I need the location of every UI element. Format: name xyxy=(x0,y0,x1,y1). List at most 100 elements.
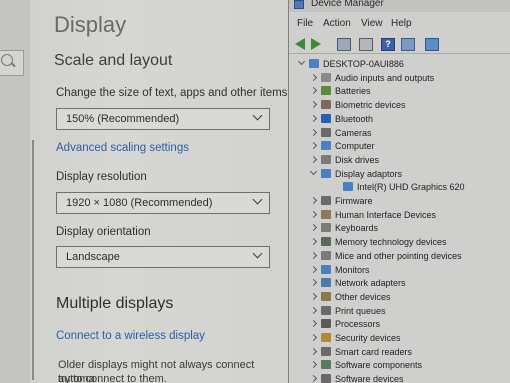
scale-label: Change the size of text, apps and other … xyxy=(56,87,288,99)
resolution-label: Display resolution xyxy=(56,171,147,183)
collapse-chevron-icon[interactable] xyxy=(309,167,318,176)
device-manager-icon xyxy=(294,0,304,9)
printer-icon xyxy=(321,306,331,315)
expand-chevron-icon[interactable] xyxy=(309,278,318,287)
expand-chevron-icon[interactable] xyxy=(309,319,318,328)
expand-chevron-icon[interactable] xyxy=(309,237,318,246)
mouse-icon xyxy=(321,251,331,260)
search-box[interactable] xyxy=(0,50,24,76)
memory-icon xyxy=(321,237,331,246)
disk-icon xyxy=(321,155,331,164)
monitor-icon xyxy=(343,182,353,191)
speaker-icon xyxy=(321,73,331,82)
tree-item-label: Memory technology devices xyxy=(335,237,447,247)
expand-chevron-icon[interactable] xyxy=(309,141,318,150)
tree-item-label: Mice and other pointing devices xyxy=(335,251,462,261)
tree-item-label: Computer xyxy=(335,141,375,151)
expand-chevron-icon[interactable] xyxy=(309,196,318,205)
properties-icon[interactable] xyxy=(337,38,351,51)
multiple-displays-heading: Multiple displays xyxy=(56,295,174,312)
tree-item-label: Firmware xyxy=(335,196,373,206)
expand-chevron-icon[interactable] xyxy=(309,347,318,356)
tree-item-label: Print queues xyxy=(335,306,386,316)
resolution-value: 1920 × 1080 (Recommended) xyxy=(66,197,213,209)
title-bar[interactable]: Device Manager xyxy=(289,0,510,12)
orientation-value: Landscape xyxy=(66,251,120,263)
expand-chevron-icon[interactable] xyxy=(309,292,318,301)
security-icon xyxy=(321,333,331,342)
toolbar: ? xyxy=(289,33,510,54)
device-manager-window: Device Manager File Action View Help ? D… xyxy=(288,0,510,383)
scale-value: 150% (Recommended) xyxy=(66,113,180,125)
software-device-icon xyxy=(321,374,331,383)
network-icon xyxy=(321,278,331,287)
tree-item-label: Audio inputs and outputs xyxy=(335,73,435,83)
tree-item-label: Display adaptors xyxy=(335,169,403,179)
keyboard-icon xyxy=(321,223,331,232)
orientation-label: Display orientation xyxy=(56,226,151,238)
expand-chevron-icon[interactable] xyxy=(309,114,318,123)
advanced-scaling-link[interactable]: Advanced scaling settings xyxy=(56,142,189,154)
tree-item-label: Smart card readers xyxy=(335,347,413,357)
fingerprint-icon xyxy=(321,100,331,109)
menu-action[interactable]: Action xyxy=(323,18,351,29)
menu-view[interactable]: View xyxy=(361,18,383,29)
tree-item-label: Software devices xyxy=(335,374,404,383)
expand-chevron-icon[interactable] xyxy=(309,210,318,219)
expand-chevron-icon[interactable] xyxy=(309,128,318,137)
forward-arrow-icon[interactable] xyxy=(311,38,321,50)
tree-item-label: Bluetooth xyxy=(335,114,374,124)
menu-help[interactable]: Help xyxy=(391,18,412,29)
expand-chevron-icon[interactable] xyxy=(309,73,318,82)
tree-item-label: Processors xyxy=(335,319,381,329)
tree-item-label: Intel(R) UHD Graphics 620 xyxy=(357,182,465,192)
tree-item-label: Security devices xyxy=(335,333,401,343)
expand-chevron-icon[interactable] xyxy=(309,223,318,232)
bluetooth-icon xyxy=(321,114,331,123)
display-adapter-icon xyxy=(321,169,331,178)
expand-chevron-icon[interactable] xyxy=(309,251,318,260)
wireless-display-link[interactable]: Connect to a wireless display xyxy=(56,330,205,342)
expand-chevron-icon[interactable] xyxy=(309,155,318,164)
monitor-icon xyxy=(321,265,331,274)
expand-chevron-icon[interactable] xyxy=(309,333,318,342)
tree-item-label: Monitors xyxy=(335,265,370,275)
expand-chevron-icon[interactable] xyxy=(309,100,318,109)
other-devices-icon xyxy=(321,292,331,301)
tree-item-label: Disk drives xyxy=(335,155,380,165)
camera-icon xyxy=(321,128,331,137)
show-hide-tree-icon[interactable] xyxy=(359,38,373,51)
resolution-dropdown[interactable]: 1920 × 1080 (Recommended) xyxy=(56,192,270,214)
software-icon xyxy=(321,360,331,369)
tree-item-label: Other devices xyxy=(335,292,391,302)
computer-icon xyxy=(309,59,319,68)
tree-item-label: Biometric devices xyxy=(335,100,406,110)
processor-icon xyxy=(321,319,331,328)
collapse-chevron-icon[interactable] xyxy=(297,57,306,66)
tree-item-label: Cameras xyxy=(335,128,372,138)
scan-hardware-icon[interactable] xyxy=(425,38,439,51)
scale-dropdown[interactable]: 150% (Recommended) xyxy=(56,108,270,130)
orientation-dropdown[interactable]: Landscape xyxy=(56,246,270,268)
tree-item-label: Human Interface Devices xyxy=(335,210,437,220)
expand-chevron-icon[interactable] xyxy=(309,306,318,315)
search-icon xyxy=(1,54,13,66)
help-icon[interactable]: ? xyxy=(381,38,395,51)
menu-file[interactable]: File xyxy=(297,18,313,29)
expand-chevron-icon[interactable] xyxy=(309,360,318,369)
smartcard-icon xyxy=(321,347,331,356)
older-displays-note-line2: try to connect to them. xyxy=(58,373,167,383)
tree-item-label: Batteries xyxy=(335,86,371,96)
settings-display-pane: Display Scale and layout Change the size… xyxy=(0,0,290,383)
window-title: Device Manager xyxy=(311,0,384,9)
back-arrow-icon[interactable] xyxy=(295,38,305,50)
expand-chevron-icon[interactable] xyxy=(309,86,318,95)
expand-chevron-icon[interactable] xyxy=(309,374,318,383)
chevron-down-icon xyxy=(252,110,263,121)
update-driver-icon[interactable] xyxy=(401,38,415,51)
tree-item-label: Keyboards xyxy=(335,223,379,233)
computer-icon xyxy=(321,141,331,150)
expand-chevron-icon[interactable] xyxy=(309,265,318,274)
root-label: DESKTOP-0AUI886 xyxy=(323,59,404,69)
hid-icon xyxy=(321,210,331,219)
